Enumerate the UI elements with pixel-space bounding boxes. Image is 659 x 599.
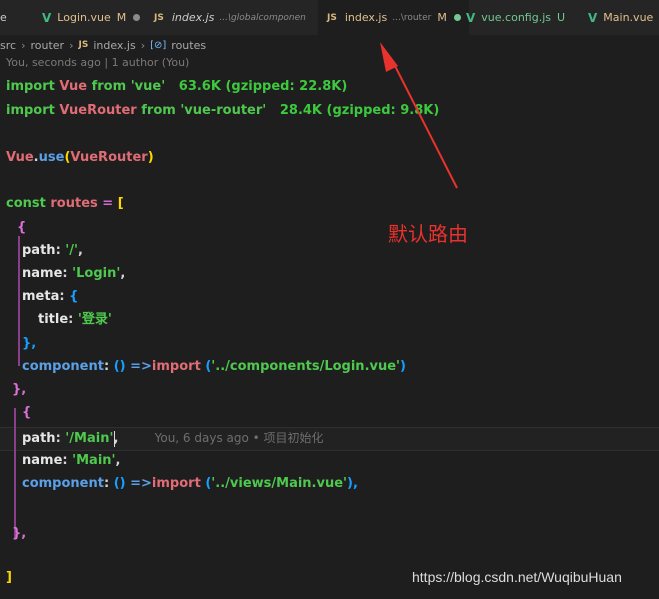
red-arrow-icon (380, 42, 458, 189)
watermark: https://blog.csdn.net/WuqibuHuan (412, 569, 622, 585)
annotation-label: 默认路由 (388, 222, 468, 246)
